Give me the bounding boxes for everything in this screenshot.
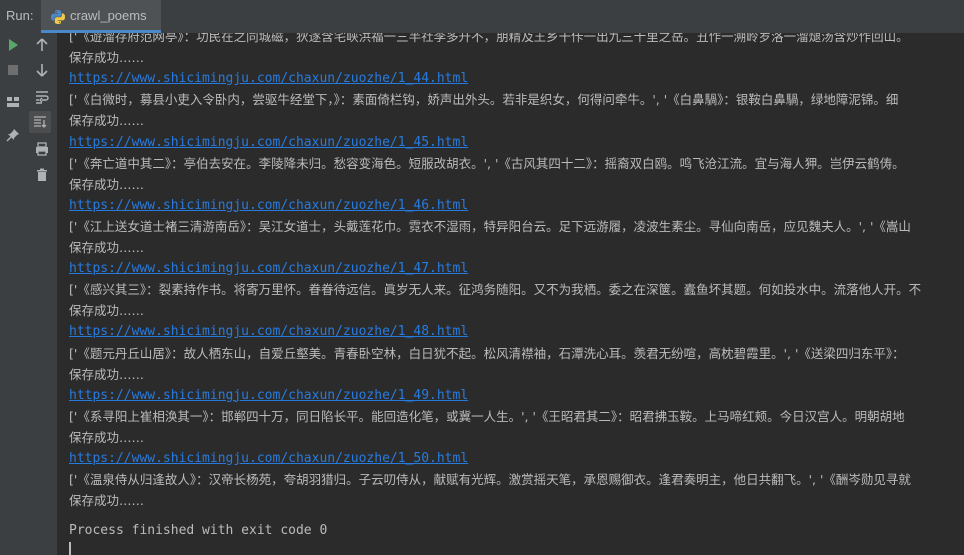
- text-caret: [69, 542, 71, 555]
- scroll-to-end-button[interactable]: [29, 111, 51, 133]
- console-url-link[interactable]: https://www.shicimingju.com/chaxun/zuozh…: [69, 449, 468, 469]
- run-toolbar: [0, 33, 58, 555]
- print-icon: [36, 142, 48, 156]
- console-data-line: ['《江上送女道士褚三清游南岳》：吴江女道士，头戴莲花巾。霓衣不湿雨，特异阳台云…: [69, 218, 911, 234]
- console-save-status: 保存成功……: [69, 176, 145, 192]
- console-data-line: ['《遊溜存府范网亭》：功民在之同城磁，狄遂含宅峡洪福一三半社李多升不，朋精及王…: [69, 33, 909, 44]
- console-url-link[interactable]: https://www.shicimingju.com/chaxun/zuozh…: [69, 386, 468, 406]
- scroll-to-end-icon: [34, 116, 47, 128]
- console-data-line: ['《感兴其三》：裂素持作书。将寄万里怀。眷眷待远信。眞岁无人来。征鸿务随阳。又…: [69, 282, 922, 298]
- run-tool-window-header: Run: crawl_poems: [0, 0, 964, 34]
- console-output[interactable]: ['《遊溜存府范网亭》：功民在之同城磁，狄遂含宅峡洪福一三半社李多升不，朋精及王…: [57, 33, 964, 555]
- next-occurrence-button[interactable]: [31, 59, 53, 81]
- console-data-line: ['《系寻阳上崔相涣其一》：邯郸四十万，同日陷长平。能回造化笔，或冀一人生。',…: [69, 408, 905, 424]
- print-button[interactable]: [31, 138, 53, 160]
- console-save-status: 保存成功……: [69, 113, 145, 129]
- console-save-status: 保存成功……: [69, 429, 145, 445]
- soft-wrap-button[interactable]: [31, 86, 53, 108]
- tab-label: crawl_poems: [70, 8, 147, 23]
- run-button[interactable]: [2, 34, 24, 56]
- down-arrow-icon: [36, 64, 48, 77]
- previous-occurrence-button[interactable]: [31, 34, 53, 56]
- clear-all-button[interactable]: [31, 164, 53, 186]
- console-url-link[interactable]: https://www.shicimingju.com/chaxun/zuozh…: [69, 133, 468, 153]
- soft-wrap-icon: [36, 91, 49, 104]
- pin-button[interactable]: [2, 124, 24, 146]
- console-save-status: 保存成功……: [69, 240, 145, 255]
- console-data-line: ['《温泉侍从归逢故人》：汉帝长杨苑，夸胡羽猎归。子云叨侍从，献赋有光辉。激赏摇…: [69, 472, 911, 488]
- console-data-line: ['《题元丹丘山居》：故人栖东山，自爱丘壑美。青春卧空林，白日犹不起。松风清襟袖…: [69, 345, 905, 361]
- tab-crawl-poems[interactable]: crawl_poems: [41, 0, 161, 33]
- console-url-link[interactable]: https://www.shicimingju.com/chaxun/zuozh…: [69, 322, 468, 342]
- console-save-status: 保存成功……: [69, 50, 145, 66]
- run-label: Run:: [6, 8, 34, 23]
- console-url-link[interactable]: https://www.shicimingju.com/chaxun/zuozh…: [69, 196, 468, 216]
- console-data-line: ['《奔亡道中其二》：亭伯去安在。李陵降未归。愁容变海色。短服改胡衣。', '《…: [69, 155, 905, 171]
- console-url-link[interactable]: https://www.shicimingju.com/chaxun/zuozh…: [69, 259, 468, 279]
- python-icon: [50, 9, 66, 25]
- console-url-link[interactable]: https://www.shicimingju.com/chaxun/zuozh…: [69, 69, 468, 89]
- stop-button[interactable]: [2, 59, 24, 81]
- stop-icon: [8, 65, 18, 75]
- console-save-status: 保存成功……: [69, 303, 145, 319]
- layout-button[interactable]: [2, 91, 24, 113]
- trash-icon: [37, 168, 47, 181]
- console-save-status: 保存成功……: [69, 366, 145, 382]
- console-save-status: 保存成功……: [69, 493, 145, 509]
- process-finished-message: Process finished with exit code 0: [69, 523, 328, 538]
- console-data-line: ['《白微时，募县小吏入令卧内，尝驱牛经堂下，》：素面倚栏钩，娇声出外头。若非是…: [69, 92, 899, 108]
- pin-icon: [6, 129, 19, 142]
- up-arrow-icon: [36, 38, 48, 51]
- run-icon: [9, 39, 18, 51]
- layout-icon: [7, 97, 19, 107]
